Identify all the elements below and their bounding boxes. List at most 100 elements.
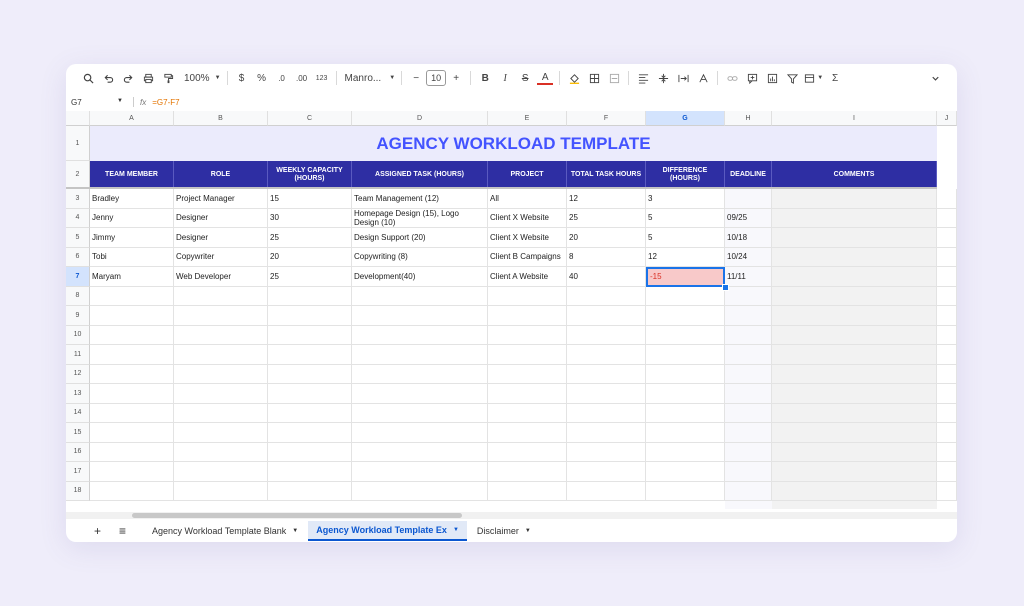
row-header-10[interactable]: 10: [66, 325, 90, 345]
cell[interactable]: [567, 403, 646, 423]
column-header-h[interactable]: H: [725, 111, 772, 126]
cell[interactable]: [725, 384, 772, 404]
column-header-c[interactable]: C: [268, 111, 352, 126]
cell[interactable]: [268, 364, 352, 384]
cell[interactable]: [725, 286, 772, 306]
scrollbar-thumb[interactable]: [132, 513, 462, 518]
cell[interactable]: [268, 345, 352, 365]
cell[interactable]: [174, 306, 268, 326]
cell[interactable]: [725, 442, 772, 462]
cell[interactable]: 25: [268, 267, 352, 287]
functions-icon[interactable]: Σ: [827, 69, 843, 87]
column-heading-2[interactable]: ROLE: [174, 161, 268, 189]
currency-button[interactable]: $: [234, 69, 250, 87]
text-wrap-icon[interactable]: [675, 69, 691, 87]
undo-icon[interactable]: [100, 69, 116, 87]
cell[interactable]: [646, 403, 725, 423]
cell[interactable]: [567, 364, 646, 384]
cell[interactable]: Web Developer: [174, 267, 268, 287]
cell[interactable]: Jimmy: [90, 228, 174, 248]
name-box[interactable]: G7 ▼: [66, 98, 127, 107]
cell[interactable]: [725, 325, 772, 345]
cell[interactable]: [937, 384, 957, 404]
cell[interactable]: [772, 462, 937, 482]
selected-cell[interactable]: -15: [646, 267, 725, 287]
cell[interactable]: [268, 325, 352, 345]
cell[interactable]: [772, 364, 937, 384]
column-header-d[interactable]: D: [352, 111, 488, 126]
tab-disclaimer[interactable]: Disclaimer ▼: [469, 521, 539, 541]
cell[interactable]: [646, 462, 725, 482]
increase-decimal-button[interactable]: .00: [294, 69, 310, 87]
cell[interactable]: 20: [268, 247, 352, 267]
formula-input[interactable]: =G7-F7: [152, 98, 179, 107]
cell[interactable]: [174, 423, 268, 443]
cell[interactable]: [352, 403, 488, 423]
cell[interactable]: [174, 286, 268, 306]
cell[interactable]: All: [488, 189, 567, 209]
cell[interactable]: [772, 306, 937, 326]
cell[interactable]: [488, 286, 567, 306]
column-header-e[interactable]: E: [488, 111, 567, 126]
cell[interactable]: [646, 384, 725, 404]
cell[interactable]: [488, 325, 567, 345]
column-heading-7[interactable]: DIFFERENCE (HOURS): [646, 161, 725, 189]
cell[interactable]: [725, 306, 772, 326]
cell[interactable]: [567, 423, 646, 443]
cell[interactable]: [937, 462, 957, 482]
cell[interactable]: [488, 364, 567, 384]
cell[interactable]: [772, 345, 937, 365]
column-header-a[interactable]: A: [90, 111, 174, 126]
cell[interactable]: [268, 462, 352, 482]
cell[interactable]: [567, 481, 646, 501]
cell[interactable]: 09/25: [725, 208, 772, 228]
cell[interactable]: [174, 442, 268, 462]
cell[interactable]: Project Manager: [174, 189, 268, 209]
row-header-1[interactable]: 1: [66, 126, 90, 161]
cell[interactable]: [174, 481, 268, 501]
cell[interactable]: [90, 286, 174, 306]
percent-button[interactable]: %: [254, 69, 270, 87]
cell[interactable]: Design Support (20): [352, 228, 488, 248]
decrease-decimal-button[interactable]: .0: [274, 69, 290, 87]
cell[interactable]: 12: [646, 247, 725, 267]
cell[interactable]: 30: [268, 208, 352, 228]
cell[interactable]: [567, 325, 646, 345]
cell[interactable]: [937, 364, 957, 384]
row-header-12[interactable]: 12: [66, 364, 90, 384]
cell[interactable]: [90, 364, 174, 384]
cell[interactable]: [725, 345, 772, 365]
cell[interactable]: [174, 403, 268, 423]
cell[interactable]: [725, 189, 772, 209]
cell[interactable]: [90, 345, 174, 365]
cell[interactable]: [725, 462, 772, 482]
cell[interactable]: [268, 286, 352, 306]
cell[interactable]: Designer: [174, 208, 268, 228]
paint-format-icon[interactable]: [160, 69, 176, 87]
plus-icon[interactable]: +: [448, 69, 464, 87]
cell[interactable]: [772, 189, 937, 209]
select-all-corner[interactable]: [66, 111, 90, 126]
all-sheets-button[interactable]: ≡: [111, 521, 134, 541]
cell[interactable]: 20: [567, 228, 646, 248]
row-header-3[interactable]: 3: [66, 189, 90, 209]
cell[interactable]: [646, 286, 725, 306]
cell[interactable]: [772, 325, 937, 345]
cell[interactable]: [352, 462, 488, 482]
cell[interactable]: Copywriter: [174, 247, 268, 267]
cell[interactable]: [567, 306, 646, 326]
number-format-button[interactable]: 123: [314, 69, 330, 87]
cell[interactable]: [772, 403, 937, 423]
cell[interactable]: 10/18: [725, 228, 772, 248]
cell[interactable]: 3: [646, 189, 725, 209]
cell[interactable]: [488, 481, 567, 501]
cell[interactable]: [268, 423, 352, 443]
strikethrough-button[interactable]: S: [517, 69, 533, 87]
font-size-input[interactable]: 10: [426, 70, 447, 86]
cell[interactable]: [90, 403, 174, 423]
cell[interactable]: [725, 423, 772, 443]
filter-icon[interactable]: [784, 69, 800, 87]
cell[interactable]: Homepage Design (15), Logo Design (10): [352, 208, 488, 228]
column-header-f[interactable]: F: [567, 111, 646, 126]
cell[interactable]: [174, 364, 268, 384]
